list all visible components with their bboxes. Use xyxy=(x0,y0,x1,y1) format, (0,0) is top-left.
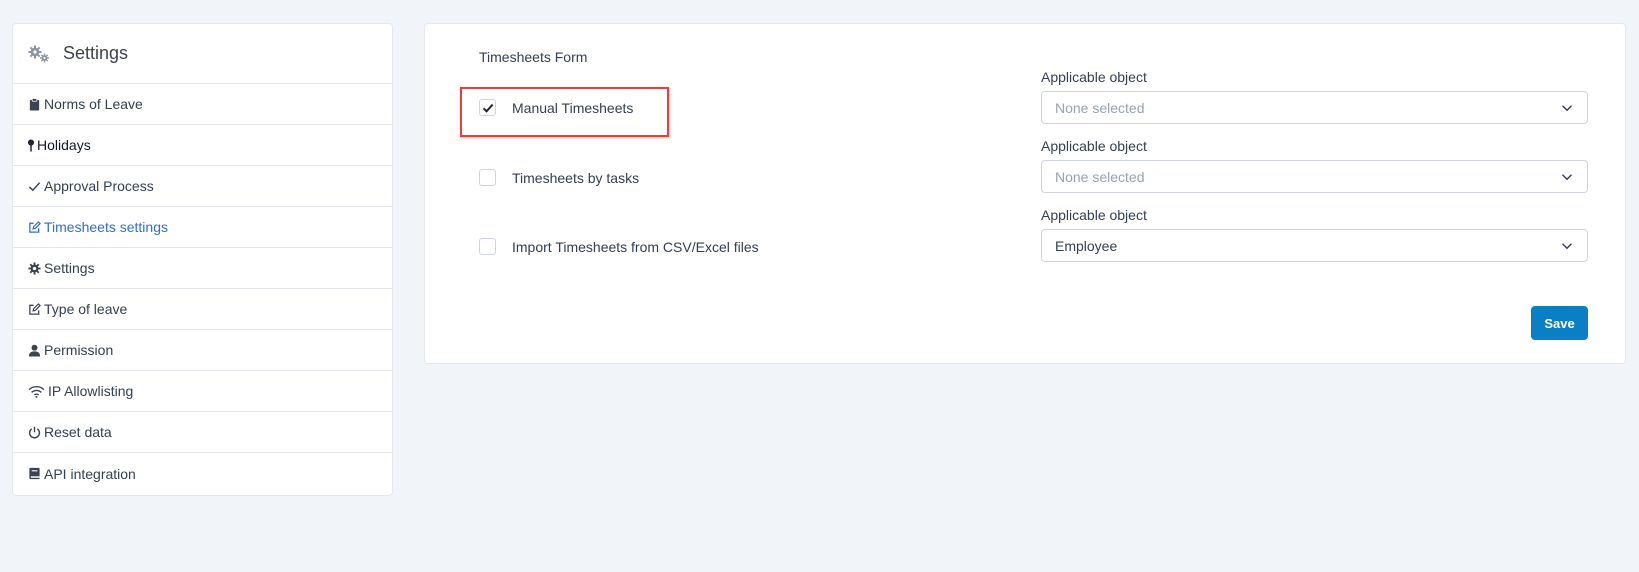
sidebar-item-ip-allowlisting[interactable]: IP Allowlisting xyxy=(13,371,392,412)
timesheets-by-tasks-label: Timesheets by tasks xyxy=(512,169,640,186)
chevron-down-icon xyxy=(1562,243,1572,250)
sidebar-item-label: Permission xyxy=(44,342,114,358)
import-timesheets-label: Import Timesheets from CSV/Excel files xyxy=(512,238,759,255)
manual-timesheets-label: Manual Timesheets xyxy=(512,99,634,116)
save-button[interactable]: Save xyxy=(1531,306,1588,340)
applicable-object-label: Applicable object xyxy=(1041,69,1147,85)
timesheets-form-panel: Timesheets Form Manual Timesheets Applic… xyxy=(424,23,1626,364)
select-value: Employee xyxy=(1055,237,1118,254)
wifi-icon xyxy=(27,384,45,398)
manual-timesheets-row[interactable]: Manual Timesheets xyxy=(479,99,633,116)
checkmark-icon xyxy=(482,103,493,113)
sidebar-item-reset-data[interactable]: Reset data xyxy=(13,412,392,453)
timesheets-by-tasks-row[interactable]: Timesheets by tasks xyxy=(479,169,639,186)
import-timesheets-checkbox[interactable] xyxy=(479,238,496,255)
select-value: None selected xyxy=(1055,168,1145,185)
sidebar-item-label: Settings xyxy=(44,260,95,276)
sidebar-item-label: Reset data xyxy=(44,424,112,440)
check-icon xyxy=(27,179,41,193)
timesheets-by-tasks-object-select[interactable]: None selected xyxy=(1041,160,1588,193)
sidebar-item-type-of-leave[interactable]: Type of leave xyxy=(13,289,392,330)
user-icon xyxy=(27,343,41,357)
sidebar-item-holidays[interactable]: Holidays xyxy=(13,125,392,166)
sidebar-title: Settings xyxy=(63,43,129,63)
sidebar-item-label: Norms of Leave xyxy=(44,96,143,112)
sidebar-item-permission[interactable]: Permission xyxy=(13,330,392,371)
form-title: Timesheets Form xyxy=(479,49,588,65)
gear-icon xyxy=(27,261,41,275)
sidebar-item-norms-of-leave[interactable]: Norms of Leave xyxy=(13,84,392,125)
manual-timesheets-checkbox[interactable] xyxy=(479,99,496,116)
sidebar-item-label: IP Allowlisting xyxy=(48,383,134,399)
chevron-down-icon xyxy=(1562,105,1572,112)
power-icon xyxy=(27,425,41,439)
edit-icon xyxy=(27,302,41,316)
edit-icon xyxy=(27,220,41,234)
timesheets-by-tasks-checkbox[interactable] xyxy=(479,169,496,186)
sidebar-item-approval-process[interactable]: Approval Process xyxy=(13,166,392,207)
chevron-down-icon xyxy=(1562,174,1572,181)
select-value: None selected xyxy=(1055,99,1145,116)
sidebar-item-label: API integration xyxy=(44,465,136,482)
import-timesheets-row[interactable]: Import Timesheets from CSV/Excel files xyxy=(479,238,759,255)
book-icon xyxy=(27,467,41,481)
applicable-object-label: Applicable object xyxy=(1041,207,1147,223)
sidebar-item-timesheets-settings[interactable]: Timesheets settings xyxy=(13,207,392,248)
sidebar-item-api-integration[interactable]: API integration xyxy=(13,453,392,494)
sidebar-item-label: Type of leave xyxy=(44,301,128,317)
import-timesheets-object-select[interactable]: Employee xyxy=(1041,229,1588,262)
clipboard-icon xyxy=(27,97,41,111)
applicable-object-label: Applicable object xyxy=(1041,138,1147,154)
sidebar-header: Settings xyxy=(13,24,392,84)
sidebar-item-settings[interactable]: Settings xyxy=(13,248,392,289)
map-pin-icon xyxy=(27,138,35,152)
settings-sidebar: Settings Norms of Leave Holidays Approva… xyxy=(12,23,393,496)
manual-timesheets-object-select[interactable]: None selected xyxy=(1041,91,1588,124)
sidebar-item-label: Approval Process xyxy=(44,178,154,194)
gears-icon xyxy=(28,45,49,62)
sidebar-item-label: Timesheets settings xyxy=(44,219,168,235)
sidebar-item-label: Holidays xyxy=(37,137,91,153)
